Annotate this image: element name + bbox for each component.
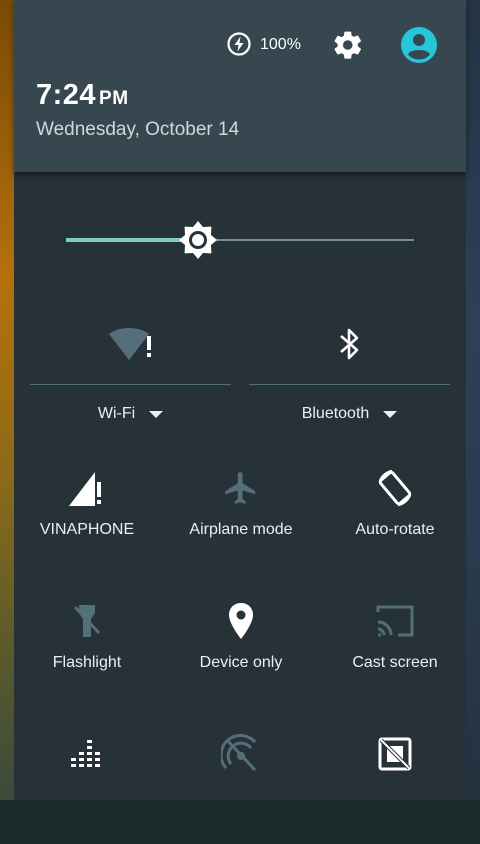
sd-card-off-icon: [378, 737, 412, 771]
auto-rotate-icon: [378, 469, 412, 507]
bluetooth-icon: [339, 328, 358, 360]
airplane-icon: [225, 472, 256, 504]
quick-settings-panel: 100% 7:24 PM Wednesday, October 14 Wi-Fi…: [14, 0, 466, 800]
flashlight-icon: [73, 605, 101, 637]
tile-airplane-mode-label: Airplane mode: [189, 521, 293, 538]
chevron-down-icon[interactable]: [383, 410, 398, 418]
tile-cast-screen[interactable]: Cast screen: [320, 601, 470, 711]
tile-auto-rotate-label: Auto-rotate: [355, 521, 435, 538]
date-label[interactable]: Wednesday, October 14: [36, 119, 239, 141]
tile-storage[interactable]: [320, 734, 470, 844]
hotspot-off-icon: [221, 734, 257, 772]
tile-flashlight[interactable]: Flashlight: [12, 601, 162, 711]
clock[interactable]: 7:24 PM: [36, 79, 129, 112]
quick-settings-header: 100% 7:24 PM Wednesday, October 14: [14, 0, 466, 172]
tile-cast-screen-label: Cast screen: [352, 654, 438, 671]
audio-fx-icon: [71, 740, 100, 767]
clock-time: 7:24: [36, 79, 97, 111]
cell-signal-warning-icon: [69, 472, 101, 506]
tile-location[interactable]: Device only: [166, 601, 316, 711]
tile-mobile-data-label: VINAPHONE: [39, 521, 135, 538]
tile-mobile-data[interactable]: VINAPHONE: [12, 468, 162, 578]
brightness-slider-track[interactable]: [198, 239, 414, 241]
tile-auto-rotate[interactable]: Auto-rotate: [320, 468, 470, 578]
battery-charging-icon: [227, 32, 251, 56]
location-icon: [229, 603, 253, 639]
battery-percentage: 100%: [260, 36, 301, 53]
tile-airplane-mode[interactable]: Airplane mode: [166, 468, 316, 578]
user-avatar-icon[interactable]: [400, 26, 438, 64]
wifi-warning-icon: [108, 328, 151, 360]
tile-wifi-label[interactable]: Wi-Fi: [98, 405, 135, 423]
cast-icon: [376, 605, 414, 637]
tile-flashlight-label: Flashlight: [52, 654, 122, 671]
tile-bluetooth-label[interactable]: Bluetooth: [302, 405, 370, 423]
brightness-sun-thumb-icon[interactable]: [178, 220, 218, 260]
tile-hotspot[interactable]: [166, 734, 316, 844]
tile-location-label: Device only: [199, 654, 283, 671]
tile-audio-fx[interactable]: [12, 734, 162, 844]
tile-bluetooth-divider: [249, 384, 450, 385]
tile-wifi-divider: [30, 384, 231, 385]
tile-wifi[interactable]: Wi-Fi: [30, 312, 231, 422]
clock-ampm: PM: [99, 88, 129, 109]
chevron-down-icon[interactable]: [149, 410, 164, 418]
tile-bluetooth[interactable]: Bluetooth: [249, 312, 450, 422]
settings-gear-icon[interactable]: [332, 29, 364, 61]
